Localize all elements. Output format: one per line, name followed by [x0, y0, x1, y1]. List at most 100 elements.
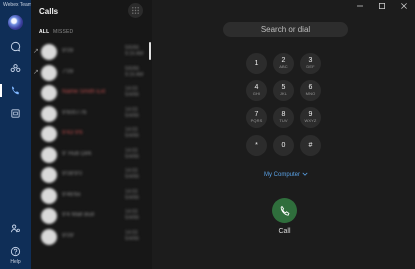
- dial-key-letters: DEF: [306, 64, 315, 69]
- dial-key[interactable]: 5 JKL: [273, 80, 294, 101]
- contact-avatar: [41, 167, 57, 183]
- call-history-row[interactable]: ↗ 9'09 5/6/66 9:16 AM: [31, 42, 149, 62]
- call-timestamp: 14:03 5/4/66: [125, 168, 139, 180]
- contact-name: 9'600776: [62, 109, 87, 116]
- calls-list: ↗ 9'09 5/6/66 9:16 AM ↗ 7'09 5/6/66 9:16 AM Na…: [31, 42, 149, 269]
- dial-key[interactable]: 0: [273, 135, 294, 156]
- call-history-row[interactable]: 9'600776 14:03 5/4/66: [31, 104, 149, 124]
- teams-icon: [10, 64, 21, 72]
- dial-key-digit: 5: [281, 84, 286, 91]
- contact-name: 9' Hub Dirk: [62, 150, 92, 157]
- contact-avatar: [41, 187, 57, 204]
- dial-key[interactable]: 2 ABC: [273, 53, 294, 74]
- call-timestamp: 14:03 5/4/66: [125, 147, 139, 160]
- rail-item-calls[interactable]: [8, 83, 23, 98]
- contact-name: 9'08'9'0: [62, 171, 83, 177]
- contact-name: 9'43 9'6: [62, 130, 83, 136]
- people-settings-icon: [10, 224, 20, 233]
- contact-name: 9'09: [62, 48, 74, 54]
- minimize-button[interactable]: [349, 0, 371, 11]
- dial-key-digit: 4: [254, 84, 259, 91]
- dial-key-letters: GHI: [252, 91, 261, 96]
- call-timestamp: 14:03 5/4/66: [125, 127, 139, 139]
- help-icon: [10, 246, 21, 257]
- calls-list-scrollbar[interactable]: [149, 42, 151, 60]
- contact-avatar: [41, 44, 57, 60]
- dial-key[interactable]: 7 PQRS: [246, 107, 267, 128]
- dial-key[interactable]: 4 GHI: [246, 80, 267, 101]
- dial-key-letters: MNO: [305, 91, 316, 96]
- contact-name: 9'46'6x: [62, 191, 81, 198]
- search-or-dial-input[interactable]: [223, 22, 348, 37]
- dial-key-digit: 8: [281, 111, 286, 118]
- filter-missed-tab[interactable]: MISSED: [53, 29, 73, 35]
- dial-key-digit: 1: [254, 60, 259, 67]
- webex-teams-window: Webex Teams Help Calls ALL MISSED ↗ 9'09…: [0, 0, 415, 269]
- call-history-row[interactable]: Name Smith Ext 14:03 5/4/66: [31, 83, 149, 103]
- meetings-icon: [11, 109, 20, 118]
- dial-key[interactable]: 9 WXYZ: [300, 107, 321, 128]
- device-selector[interactable]: My Computer: [264, 171, 308, 178]
- dial-key-digit: 6: [308, 84, 313, 91]
- call-history-row[interactable]: 9'08'9'0 14:03 5/4/66: [31, 165, 149, 185]
- rail-item-settings[interactable]: [8, 221, 23, 236]
- rail-item-meetings[interactable]: [8, 106, 23, 121]
- dial-key[interactable]: *: [246, 135, 267, 156]
- call-history-row[interactable]: 9' Hub Dirk 14:03 5/4/66: [31, 145, 149, 165]
- navigation-rail: Webex Teams Help: [0, 0, 35, 269]
- dial-key-digit: 9: [308, 111, 313, 118]
- rail-item-help[interactable]: [8, 244, 23, 259]
- call-history-row[interactable]: 9'09' 14:03 5/4/66: [31, 227, 149, 247]
- maximize-button[interactable]: [371, 0, 393, 11]
- phone-icon: [12, 86, 20, 95]
- call-history-row[interactable]: 9'43 9'6 14:03 5/4/66: [31, 124, 149, 144]
- rail-item-messaging[interactable]: [8, 39, 23, 54]
- dial-key[interactable]: 8 TUV: [273, 107, 294, 128]
- contact-avatar: [41, 126, 57, 142]
- contact-avatar: [41, 85, 57, 101]
- call-timestamp: 5/6/66 9:16 AM: [125, 45, 144, 57]
- user-avatar[interactable]: [8, 15, 23, 30]
- dialpad-icon: [132, 7, 139, 14]
- calls-title: Calls: [39, 7, 59, 16]
- dial-key[interactable]: 1: [246, 53, 267, 74]
- call-timestamp: 14:03 5/4/66: [125, 229, 139, 242]
- dial-key-letters: JKL: [279, 91, 288, 96]
- device-selector-label: My Computer: [264, 172, 301, 178]
- call-direction-icon: ↗: [33, 68, 39, 76]
- filter-all-tab[interactable]: ALL: [39, 29, 49, 35]
- dial-key[interactable]: 3 DEF: [300, 53, 321, 74]
- contact-name: 9'4 Mall Bull: [62, 212, 95, 218]
- call-button[interactable]: [272, 198, 297, 223]
- contact-avatar: [41, 228, 57, 245]
- call-timestamp: 14:03 5/4/66: [125, 209, 139, 221]
- phone-icon: [280, 205, 289, 216]
- contact-name: 7'09: [62, 68, 74, 75]
- call-timestamp: 14:03 5/4/66: [125, 86, 139, 98]
- dial-key-digit: #: [308, 142, 313, 149]
- help-label: Help: [10, 259, 21, 265]
- calls-panel: Calls ALL MISSED ↗ 9'09 5/6/66 9:16 AM ↗ 7'0…: [31, 0, 152, 269]
- call-timestamp: 5/6/66 9:16 AM: [125, 65, 144, 78]
- dialer-panel: 1 2ABC 3DEF 4GHI 5JKL 6MNO 7PQRS 8TUV 9WXYZ * 0 # M…: [152, 0, 415, 269]
- call-history-row[interactable]: ↗ 7'09 5/6/66 9:16 AM: [31, 63, 149, 83]
- app-title: Webex Teams: [3, 2, 35, 8]
- calls-options-button[interactable]: [128, 3, 143, 18]
- rail-item-teams[interactable]: [8, 61, 23, 76]
- contact-avatar: [41, 105, 57, 122]
- contact-name: 9'09': [62, 232, 75, 239]
- dial-key-digit: *: [255, 142, 258, 149]
- dial-key[interactable]: 6 MNO: [300, 80, 321, 101]
- active-indicator: [0, 84, 2, 97]
- dial-key-digit: 2: [281, 57, 286, 64]
- maximize-icon: [379, 2, 385, 9]
- close-button[interactable]: [393, 0, 415, 11]
- call-direction-icon: ↗: [33, 48, 39, 55]
- window-controls: [349, 0, 415, 11]
- call-history-row[interactable]: 9'46'6x 14:03 5/4/66: [31, 186, 149, 206]
- contact-name: Name Smith Ext: [62, 89, 106, 95]
- dial-key[interactable]: #: [300, 135, 321, 156]
- dial-key-letters: ABC: [279, 64, 288, 69]
- search-box: [223, 22, 348, 37]
- call-history-row[interactable]: 9'4 Mall Bull 14:03 5/4/66: [31, 206, 149, 226]
